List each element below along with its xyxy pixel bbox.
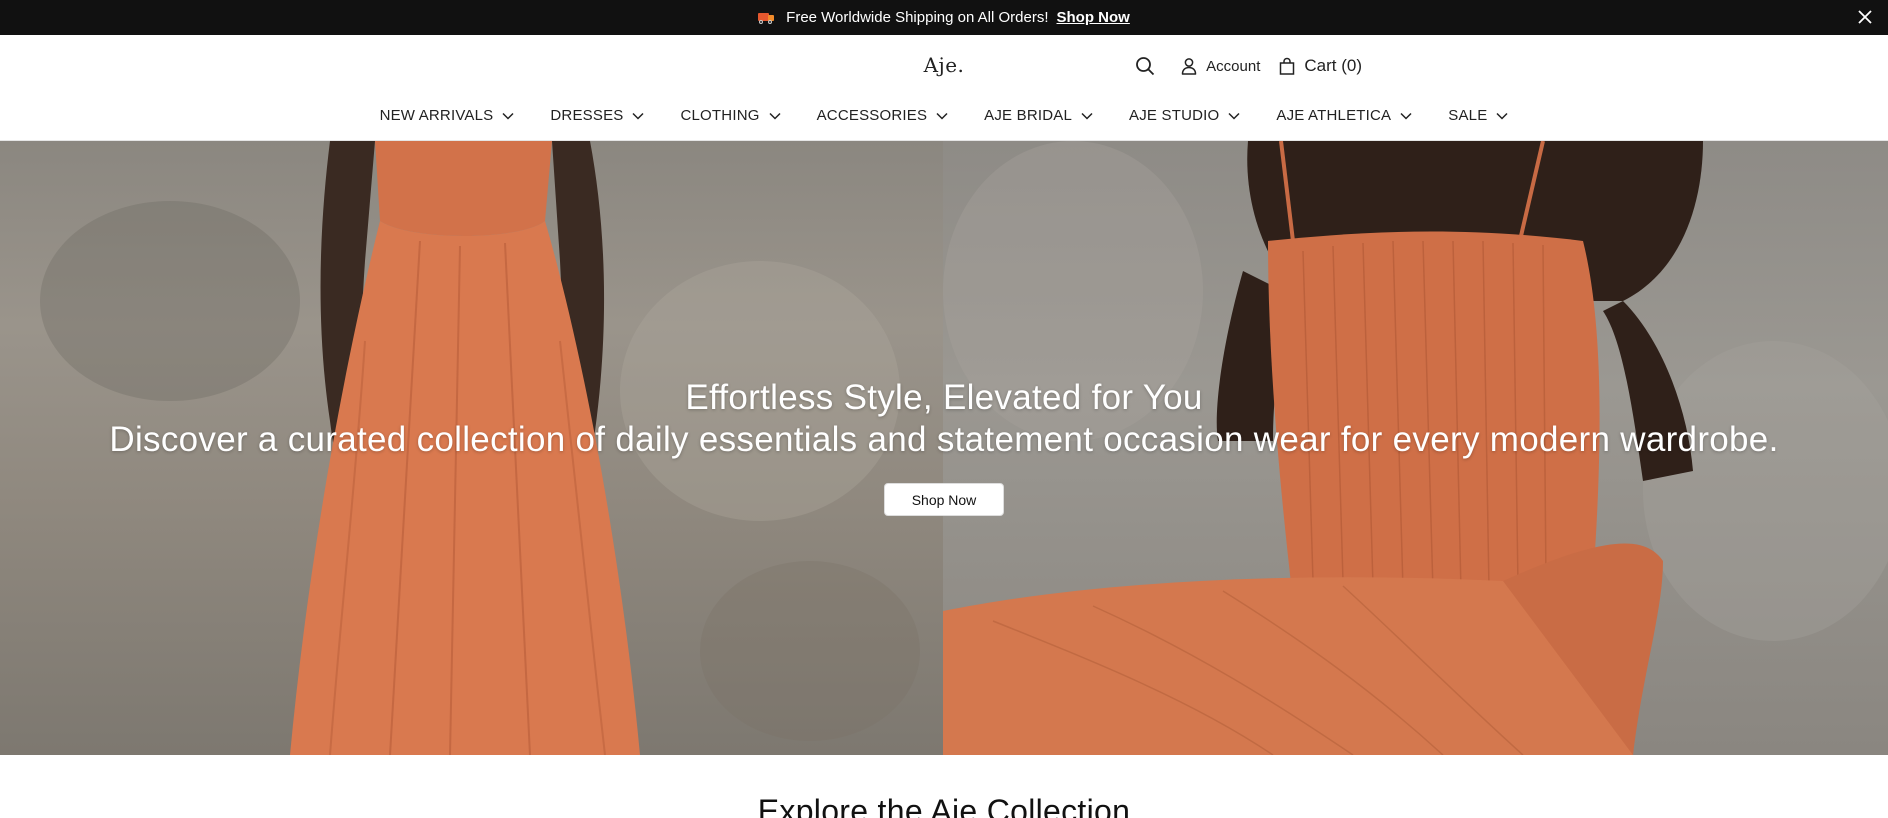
chevron-down-icon (1081, 112, 1093, 120)
hero-banner: Effortless Style, Elevated for You Disco… (0, 141, 1888, 755)
chevron-down-icon (502, 112, 514, 120)
main-nav: NEW ARRIVALS DRESSES CLOTHING ACCESSORIE… (0, 107, 1888, 124)
user-icon (1181, 58, 1197, 75)
site-header: Aje. Account Cart (0) NEW ARRIVALS DRESS… (0, 35, 1888, 141)
logo-container: Aje. (0, 53, 1888, 77)
chevron-down-icon (1496, 112, 1508, 120)
nav-label: AJE ATHLETICA (1276, 107, 1392, 124)
header-actions: Account Cart (0) (1134, 55, 1362, 77)
hero-subtitle: Discover a curated collection of daily e… (109, 420, 1779, 459)
announcement-bar: Free Worldwide Shipping on All Orders! S… (0, 0, 1888, 35)
shopping-bag-icon (1280, 57, 1295, 75)
cart-label: Cart (0) (1304, 56, 1362, 75)
account-link[interactable]: Account (1180, 57, 1260, 75)
nav-label: ACCESSORIES (816, 107, 928, 124)
chevron-down-icon (936, 112, 948, 120)
logo[interactable]: Aje. (924, 53, 965, 77)
nav-item-clothing[interactable]: CLOTHING (680, 107, 781, 124)
nav-item-aje-bridal[interactable]: AJE BRIDAL (984, 107, 1093, 124)
account-label: Account (1206, 57, 1261, 75)
section-title: Explore the Aje Collection (757, 793, 1131, 818)
nav-item-accessories[interactable]: ACCESSORIES (817, 107, 949, 124)
nav-item-dresses[interactable]: DRESSES (550, 107, 645, 124)
nav-label: SALE (1448, 107, 1488, 124)
nav-label: CLOTHING (680, 107, 760, 124)
nav-label: NEW ARRIVALS (379, 107, 494, 124)
hero-text: Effortless Style, Elevated for You Disco… (0, 377, 1888, 461)
nav-item-sale[interactable]: SALE (1448, 107, 1508, 124)
announcement-shop-now-link[interactable]: Shop Now (1057, 9, 1130, 26)
nav-item-aje-athletica[interactable]: AJE ATHLETICA (1276, 107, 1412, 124)
hero-title: Effortless Style, Elevated for You (685, 378, 1203, 417)
search-icon[interactable] (1134, 55, 1156, 77)
chevron-down-icon (1400, 112, 1412, 120)
cart-link[interactable]: Cart (0) (1278, 56, 1362, 76)
nav-label: DRESSES (550, 107, 624, 124)
chevron-down-icon (1228, 112, 1240, 120)
hero-shop-now-button[interactable]: Shop Now (884, 483, 1004, 516)
chevron-down-icon (632, 112, 645, 120)
truck-emoji-icon (758, 12, 775, 24)
nav-item-new-arrivals[interactable]: NEW ARRIVALS (380, 107, 515, 124)
nav-item-aje-studio[interactable]: AJE STUDIO (1129, 107, 1240, 124)
nav-label: AJE STUDIO (1129, 107, 1220, 124)
close-icon[interactable] (1856, 8, 1874, 26)
chevron-down-icon (769, 112, 781, 120)
announcement-text: Free Worldwide Shipping on All Orders! (786, 9, 1049, 26)
announcement-content: Free Worldwide Shipping on All Orders! S… (0, 0, 1888, 35)
nav-label: AJE BRIDAL (984, 107, 1073, 124)
